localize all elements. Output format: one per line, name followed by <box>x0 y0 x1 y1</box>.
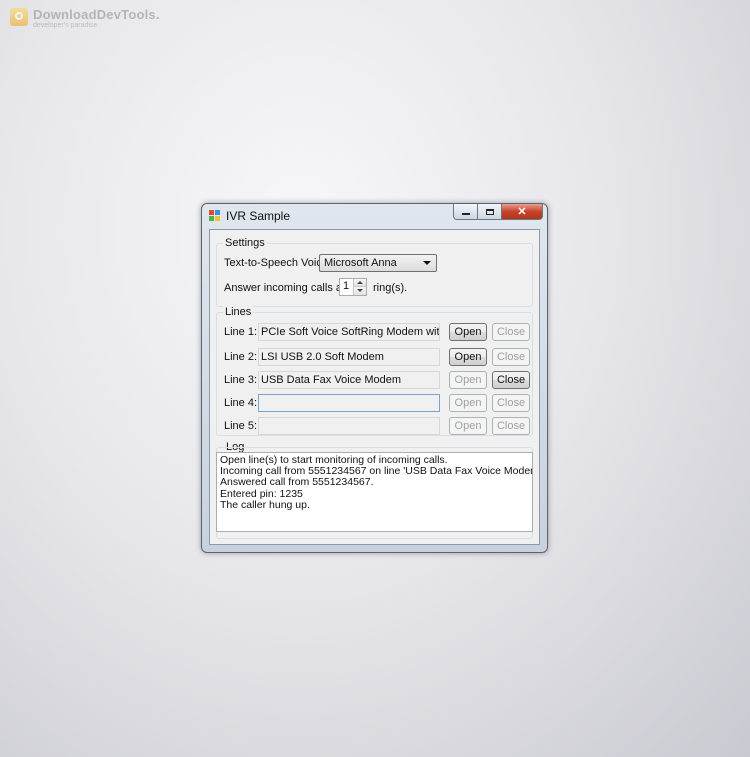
answer-after-label: Answer incoming calls after <box>224 282 358 294</box>
rings-suffix-label: ring(s). <box>373 282 408 294</box>
app-icon[interactable] <box>209 210 221 222</box>
line-device-field[interactable]: LSI USB 2.0 Soft Modem <box>258 348 440 366</box>
maximize-button[interactable] <box>478 204 502 220</box>
window-title: IVR Sample <box>226 209 291 223</box>
open-line-1-button[interactable]: Open <box>449 323 487 341</box>
close-line-2-button[interactable]: Close <box>492 348 530 366</box>
close-line-3-button[interactable]: Close <box>492 371 530 389</box>
maximize-icon <box>485 208 494 215</box>
rings-decrement-button[interactable] <box>354 287 366 295</box>
open-line-3-button[interactable]: Open <box>449 371 487 389</box>
close-icon: ✕ <box>517 206 527 218</box>
title-bar[interactable]: IVR Sample ✕ <box>202 204 547 228</box>
lines-group-label: Lines <box>223 306 254 318</box>
open-line-5-button[interactable]: Open <box>449 417 487 435</box>
window-client-area: Settings Text-to-Speech Voice: Microsoft… <box>209 229 540 545</box>
ivr-sample-window: IVR Sample ✕ Settings Text-to-Speech Voi… <box>201 203 548 553</box>
log-line: The caller hung up. <box>220 498 310 511</box>
line-label: Line 1: <box>224 326 258 338</box>
minimize-icon <box>461 213 470 215</box>
caption-buttons: ✕ <box>453 204 543 221</box>
tts-voice-value: Microsoft Anna <box>324 257 397 269</box>
log-line: Answered call from 5551234567. <box>220 476 374 489</box>
watermark: DownloadDevTools. developer's paradise <box>10 8 160 30</box>
tts-voice-select[interactable]: Microsoft Anna <box>319 254 437 272</box>
close-line-1-button[interactable]: Close <box>492 323 530 341</box>
line-label: Line 3: <box>224 374 258 386</box>
line-device-field[interactable] <box>258 417 440 435</box>
line-device-field[interactable]: PCIe Soft Voice SoftRing Modem with Smar… <box>258 323 440 341</box>
close-line-5-button[interactable]: Close <box>492 417 530 435</box>
line-label: Line 5: <box>224 420 258 432</box>
open-line-4-button[interactable]: Open <box>449 394 487 412</box>
settings-group: Settings Text-to-Speech Voice: Microsoft… <box>216 237 533 307</box>
line-label: Line 2: <box>224 351 258 363</box>
log-textbox[interactable]: Open line(s) to start monitoring of inco… <box>216 452 533 532</box>
watermark-subtitle: developer's paradise <box>33 22 98 29</box>
watermark-logo-icon <box>10 8 28 26</box>
chevron-down-icon <box>423 261 431 265</box>
rings-increment-button[interactable] <box>354 279 366 287</box>
line-device-field[interactable]: USB Data Fax Voice Modem <box>258 371 440 389</box>
minimize-button[interactable] <box>453 204 478 220</box>
close-window-button[interactable]: ✕ <box>502 204 543 220</box>
tts-voice-label: Text-to-Speech Voice: <box>224 257 332 269</box>
watermark-title: DownloadDevTools. <box>33 7 160 22</box>
line-device-field[interactable] <box>258 394 440 412</box>
open-line-2-button[interactable]: Open <box>449 348 487 366</box>
line-label: Line 4: <box>224 397 258 409</box>
close-line-4-button[interactable]: Close <box>492 394 530 412</box>
rings-stepper[interactable]: 1 <box>339 278 367 296</box>
rings-value: 1 <box>343 280 350 292</box>
settings-group-label: Settings <box>223 237 267 249</box>
lines-group: Lines Line 1: PCIe Soft Voice SoftRing M… <box>216 306 533 436</box>
rings-stepper-buttons <box>353 279 366 295</box>
